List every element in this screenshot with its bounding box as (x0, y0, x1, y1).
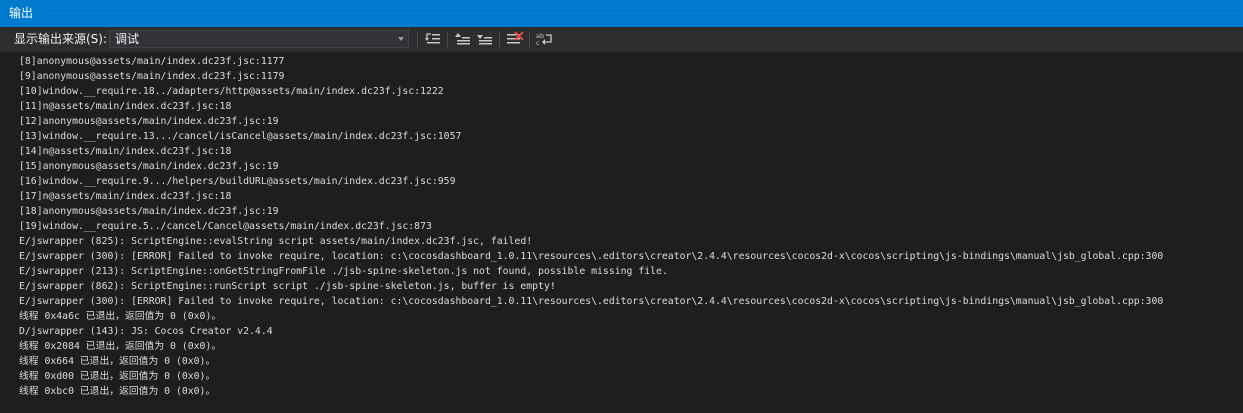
output-line: [8]anonymous@assets/main/index.dc23f.jsc… (19, 56, 285, 67)
output-line: E/jswrapper (213): ScriptEngine::onGetSt… (19, 266, 668, 277)
output-window: 输出 显示输出来源(S): 调试 ab c [8]anonymous@asset… (0, 0, 1243, 413)
output-line: [18]anonymous@assets/main/index.dc23f.js… (19, 206, 279, 217)
output-line: E/jswrapper (300): [ERROR] Failed to inv… (19, 251, 1164, 262)
output-line: [19]window.__require.5../cancel/Cancel@a… (19, 221, 432, 232)
output-toolbar: 显示输出来源(S): 调试 ab c (0, 27, 1243, 52)
output-line: [17]n@assets/main/index.dc23f.jsc:18 (19, 191, 232, 202)
toolbar-separator (499, 32, 500, 47)
title-bar[interactable]: 输出 (0, 0, 1243, 27)
output-source-label: 显示输出来源(S): (14, 32, 108, 46)
output-line: 线程 0xbc0 已退出，返回值为 0 (0x0)。 (19, 386, 216, 397)
output-line: E/jswrapper (825): ScriptEngine::evalStr… (19, 236, 533, 247)
go-to-location-button[interactable] (424, 31, 442, 47)
output-source-value: 调试 (115, 32, 140, 46)
output-line: [15]anonymous@assets/main/index.dc23f.js… (19, 161, 279, 172)
previous-message-icon (455, 33, 470, 45)
output-line: [9]anonymous@assets/main/index.dc23f.jsc… (19, 71, 285, 82)
output-line: 线程 0x664 已退出，返回值为 0 (0x0)。 (19, 356, 216, 367)
output-line: [10]window.__require.18../adapters/http@… (19, 86, 444, 97)
window-title: 输出 (0, 0, 42, 27)
output-line: [11]n@assets/main/index.dc23f.jsc:18 (19, 101, 232, 112)
toolbar-separator (447, 32, 448, 47)
svg-text:c: c (536, 39, 540, 47)
next-message-icon (477, 35, 492, 45)
go-to-location-icon (425, 33, 440, 44)
chevron-down-icon (398, 37, 404, 41)
output-line: D/jswrapper (143): JS: Cocos Creator v2.… (19, 326, 273, 337)
clear-all-icon (507, 31, 524, 44)
clear-all-button[interactable] (506, 31, 524, 47)
output-line: [13]window.__require.13.../cancel/isCanc… (19, 131, 462, 142)
output-line: E/jswrapper (300): [ERROR] Failed to inv… (19, 296, 1164, 307)
toolbar-separator (417, 32, 418, 47)
output-lines: [8]anonymous@assets/main/index.dc23f.jsc… (19, 54, 1163, 399)
output-source-select[interactable]: 调试 (109, 30, 409, 48)
output-text-area[interactable]: [8]anonymous@assets/main/index.dc23f.jsc… (0, 52, 1243, 413)
output-line: [14]n@assets/main/index.dc23f.jsc:18 (19, 146, 232, 157)
output-line: 线程 0x2084 已退出，返回值为 0 (0x0)。 (19, 341, 222, 352)
toolbar-separator (529, 32, 530, 47)
output-line: [16]window.__require.9.../helpers/buildU… (19, 176, 456, 187)
output-line: E/jswrapper (862): ScriptEngine::runScri… (19, 281, 556, 292)
toggle-word-wrap-button[interactable]: ab c (536, 31, 554, 47)
output-line: 线程 0x4a6c 已退出，返回值为 0 (0x0)。 (19, 311, 222, 322)
output-line: [12]anonymous@assets/main/index.dc23f.js… (19, 116, 279, 127)
next-message-button[interactable] (476, 31, 494, 47)
toggle-word-wrap-icon: ab c (536, 32, 552, 47)
output-line: 线程 0xd00 已退出，返回值为 0 (0x0)。 (19, 371, 216, 382)
previous-message-button[interactable] (454, 31, 472, 47)
